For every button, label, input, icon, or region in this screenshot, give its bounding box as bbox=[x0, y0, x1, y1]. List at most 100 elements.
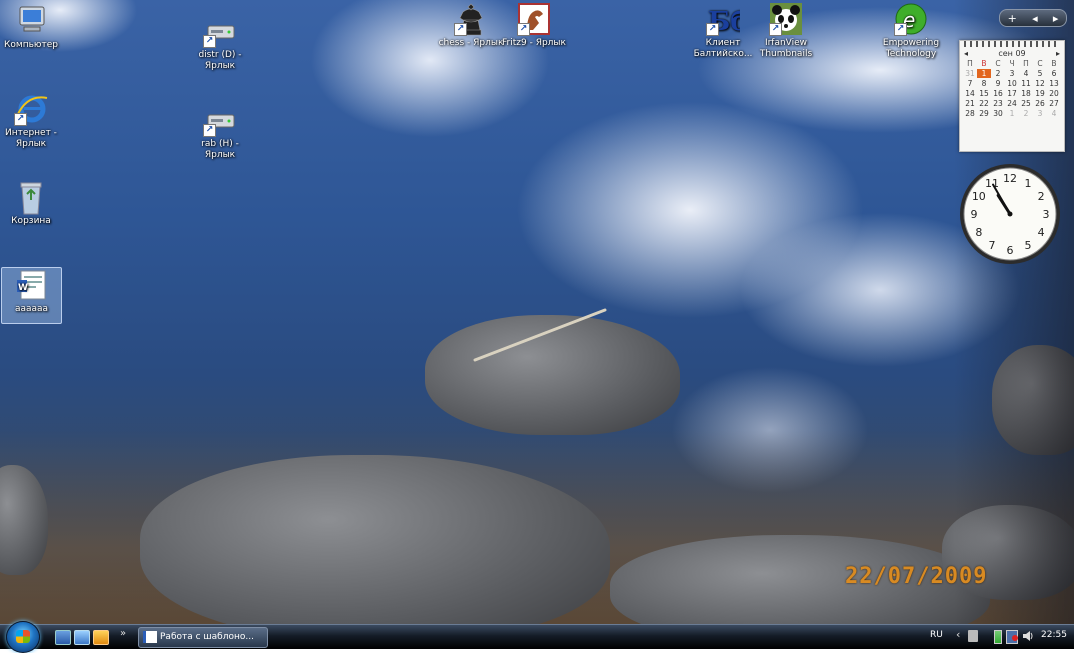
calendar-day[interactable]: 17 bbox=[1005, 89, 1019, 98]
calendar-day[interactable]: 31 bbox=[963, 69, 977, 78]
calendar-day[interactable]: 25 bbox=[1019, 99, 1033, 108]
calendar-weekday: Ч bbox=[1009, 59, 1015, 68]
desktop-icon-label: aaaaaa bbox=[14, 304, 49, 314]
calendar-day[interactable]: 1 bbox=[1005, 109, 1019, 118]
calendar-day[interactable]: 2 bbox=[991, 69, 1005, 78]
calendar-day[interactable]: 26 bbox=[1033, 99, 1047, 108]
desktop-icon-bank-client[interactable]: Бб ↗ Клиент Балтийско... bbox=[688, 2, 758, 60]
calendar-day[interactable]: 3 bbox=[1033, 109, 1047, 118]
calendar-day[interactable]: 4 bbox=[1047, 109, 1061, 118]
shortcut-arrow-icon: ↗ bbox=[454, 23, 467, 36]
desktop-icon-label: distr (D) - Ярлык bbox=[198, 50, 242, 71]
calendar-day[interactable]: 4 bbox=[1019, 69, 1033, 78]
calendar-day[interactable]: 6 bbox=[1047, 69, 1061, 78]
sidebar-controls: + ◂ ▸ bbox=[999, 9, 1067, 27]
drive-h-icon: ↗ bbox=[203, 103, 237, 137]
quicklaunch-more-button[interactable]: » bbox=[120, 628, 126, 639]
ie-icon: ↗ bbox=[14, 92, 48, 126]
desktop-icon-fritz[interactable]: ↗ Fritz9 - Ярлык bbox=[499, 2, 569, 49]
desktop-icon-drive-d[interactable]: ↗ distr (D) - Ярлык bbox=[185, 14, 255, 72]
device-icon[interactable] bbox=[968, 630, 978, 642]
desktop-icon-label: Компьютер bbox=[4, 40, 58, 50]
photo-date-stamp: 22/07/2009 bbox=[845, 564, 988, 589]
desktop-wallpaper: 22/07/2009 bbox=[0, 0, 1074, 624]
chess-icon: ↗ bbox=[454, 2, 488, 36]
calendar-day[interactable]: 20 bbox=[1047, 89, 1061, 98]
calendar-grid: П В С Ч П С В 31 1 2 3 4 5 6 7 8 9 10 11 12 13 14 15 16 17 18 19 20… bbox=[960, 59, 1064, 118]
shortcut-arrow-icon: ↗ bbox=[203, 35, 216, 48]
shortcut-arrow-icon: ↗ bbox=[769, 23, 782, 36]
calendar-day[interactable]: 1 bbox=[977, 69, 991, 78]
calendar-day[interactable]: 2 bbox=[1019, 109, 1033, 118]
calendar-day[interactable]: 29 bbox=[977, 109, 991, 118]
switch-windows-icon[interactable] bbox=[74, 630, 90, 645]
calendar-weekday: В bbox=[1051, 59, 1057, 68]
network-error-icon[interactable] bbox=[1012, 635, 1018, 641]
desktop-icon-empowering[interactable]: e ↗ Empowering Technology bbox=[876, 2, 946, 60]
volume-icon[interactable] bbox=[1022, 630, 1033, 642]
wallpaper-stick bbox=[473, 308, 607, 362]
calendar-day[interactable]: 7 bbox=[963, 79, 977, 88]
desktop-icon-chess[interactable]: ↗ chess - Ярлык bbox=[436, 2, 506, 49]
calendar-day[interactable]: 10 bbox=[1005, 79, 1019, 88]
calendar-prev-button[interactable]: ◂ bbox=[964, 49, 968, 58]
desktop-icon-irfanview[interactable]: ↗ IrfanView Thumbnails bbox=[751, 2, 821, 60]
desktop-icon-label: Интернет - Ярлык bbox=[5, 128, 57, 149]
desktop-icon-computer[interactable]: Компьютер bbox=[0, 4, 66, 51]
clock-numeral: 2 bbox=[1038, 190, 1045, 203]
calendar-header: ◂ сен 09 ▸ bbox=[960, 47, 1064, 59]
calendar-day[interactable]: 15 bbox=[977, 89, 991, 98]
start-button[interactable] bbox=[6, 621, 40, 653]
shortcut-arrow-icon: ↗ bbox=[14, 113, 27, 126]
sidebar-next-button[interactable]: ▸ bbox=[1053, 12, 1059, 25]
calendar-day[interactable]: 5 bbox=[1033, 69, 1047, 78]
calendar-next-button[interactable]: ▸ bbox=[1056, 49, 1060, 58]
calendar-day[interactable]: 8 bbox=[977, 79, 991, 88]
calendar-day[interactable]: 12 bbox=[1033, 79, 1047, 88]
calendar-day[interactable]: 19 bbox=[1033, 89, 1047, 98]
clock-numeral: 1 bbox=[1025, 177, 1032, 190]
calendar-day[interactable]: 16 bbox=[991, 89, 1005, 98]
desktop-icon-label: IrfanView Thumbnails bbox=[759, 38, 813, 59]
calendar-day[interactable]: 11 bbox=[1019, 79, 1033, 88]
desktop-icon-label: Fritz9 - Ярлык bbox=[502, 38, 566, 48]
calendar-day[interactable]: 21 bbox=[963, 99, 977, 108]
show-desktop-icon[interactable] bbox=[55, 630, 71, 645]
calendar-gadget[interactable]: ◂ сен 09 ▸ П В С Ч П С В 31 1 2 3 4 5 6 7 8 9 10 11 12 13 14 1… bbox=[959, 40, 1065, 152]
desktop-icon-document[interactable]: W aaaaaa bbox=[1, 267, 62, 324]
calendar-weekday: С bbox=[1037, 59, 1043, 68]
desktop-icon-internet[interactable]: ↗ Интернет - Ярлык bbox=[0, 92, 66, 150]
battery-icon[interactable] bbox=[994, 630, 1002, 644]
calendar-day[interactable]: 9 bbox=[991, 79, 1005, 88]
empowering-icon: e ↗ bbox=[894, 2, 928, 36]
calendar-day[interactable]: 13 bbox=[1047, 79, 1061, 88]
calendar-day[interactable]: 28 bbox=[963, 109, 977, 118]
clock-numeral: 8 bbox=[975, 226, 982, 239]
calendar-day[interactable]: 23 bbox=[991, 99, 1005, 108]
media-player-icon[interactable] bbox=[93, 630, 109, 645]
calendar-day[interactable]: 3 bbox=[1005, 69, 1019, 78]
irfanview-icon: ↗ bbox=[769, 2, 803, 36]
calendar-month-label: сен 09 bbox=[998, 49, 1026, 58]
desktop-icon-drive-h[interactable]: ↗ rab (H) - Ярлык bbox=[185, 103, 255, 161]
calendar-day[interactable]: 30 bbox=[991, 109, 1005, 118]
desktop-icon-label: rab (H) - Ярлык bbox=[201, 139, 239, 160]
calendar-day[interactable]: 18 bbox=[1019, 89, 1033, 98]
add-gadget-button[interactable]: + bbox=[1008, 12, 1017, 25]
desktop-icon-recycle-bin[interactable]: Корзина bbox=[0, 180, 66, 227]
sidebar-prev-button[interactable]: ◂ bbox=[1032, 12, 1038, 25]
clock-numeral: 3 bbox=[1043, 208, 1050, 221]
calendar-day[interactable]: 27 bbox=[1047, 99, 1061, 108]
calendar-day[interactable]: 14 bbox=[963, 89, 977, 98]
calendar-day[interactable]: 22 bbox=[977, 99, 991, 108]
language-indicator[interactable]: RU bbox=[930, 630, 943, 640]
shortcut-arrow-icon: ↗ bbox=[894, 23, 907, 36]
calendar-weekday: П bbox=[1023, 59, 1029, 68]
calendar-weekday: С bbox=[995, 59, 1001, 68]
clock-gadget[interactable]: 12 12 3 45678 9 1011 bbox=[958, 162, 1062, 266]
tray-expand-button[interactable]: ‹ bbox=[956, 628, 960, 641]
system-clock[interactable]: 22:55 bbox=[1041, 630, 1067, 640]
shortcut-arrow-icon: ↗ bbox=[517, 23, 530, 36]
calendar-day[interactable]: 24 bbox=[1005, 99, 1019, 108]
taskbar-button-document[interactable]: Работа с шаблоно... bbox=[138, 627, 268, 648]
